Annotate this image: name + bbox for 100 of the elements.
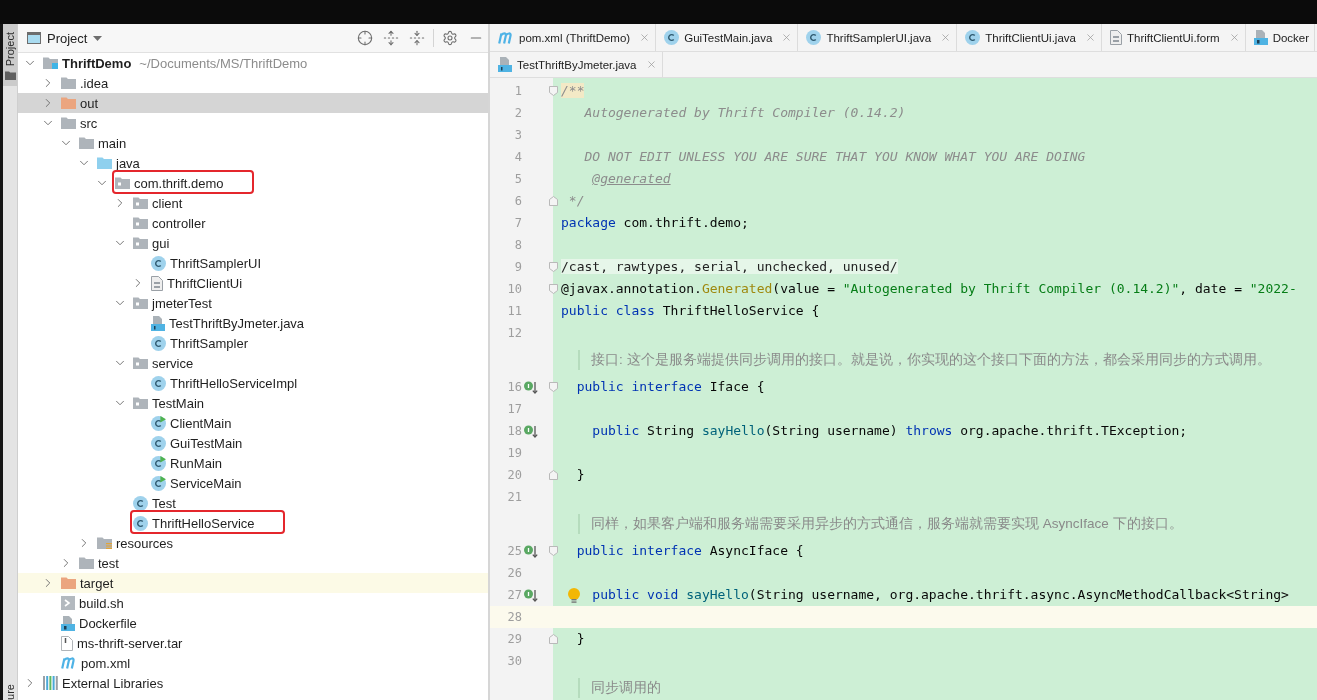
line-number: 27	[507, 588, 522, 602]
implementation-icon[interactable]	[524, 588, 538, 602]
tree-item[interactable]: ThriftHelloServiceImpl	[18, 373, 488, 393]
tree-item[interactable]: TestMain	[18, 393, 488, 413]
implementation-icon[interactable]	[524, 380, 538, 394]
settings-icon[interactable]	[442, 30, 458, 46]
line-number: 3	[514, 128, 522, 142]
fold-icon[interactable]	[549, 546, 558, 556]
tree-item[interactable]: controller	[18, 213, 488, 233]
folder-icon	[79, 557, 94, 569]
folder-icon	[61, 117, 76, 129]
docker-file-icon	[61, 615, 75, 631]
doc-comment: 同步调用的	[578, 678, 661, 698]
fold-icon[interactable]	[549, 284, 558, 294]
project-path: ~/Documents/MS/ThriftDemo	[139, 55, 308, 71]
code-line: package com.thrift.demo;	[561, 214, 749, 232]
view-selector[interactable]: Project	[27, 30, 103, 46]
caret-down-icon	[93, 35, 103, 41]
tree-item[interactable]: RunMain	[18, 453, 488, 473]
tree-item[interactable]: ThriftSamplerUI	[18, 253, 488, 273]
fold-icon[interactable]	[549, 262, 558, 272]
tree-item[interactable]: resources	[18, 533, 488, 553]
tree-item[interactable]: ServiceMain	[18, 473, 488, 493]
line-number: 26	[507, 566, 522, 580]
fold-icon[interactable]	[549, 382, 558, 392]
lightbulb-icon[interactable]	[568, 588, 580, 603]
code-line: public interface Iface {	[576, 378, 765, 396]
line-number: 19	[507, 446, 522, 460]
close-icon[interactable]	[940, 32, 952, 43]
m-logo-icon	[498, 31, 514, 44]
tool-window-tab[interactable]: Project	[3, 24, 17, 87]
tree-item[interactable]: out	[18, 93, 488, 113]
tree-item[interactable]: main	[18, 133, 488, 153]
class-icon	[151, 435, 166, 451]
line-number: 9	[514, 260, 522, 274]
tree-item[interactable]: ThriftHelloService	[18, 513, 488, 533]
expand-all-icon[interactable]	[383, 30, 399, 46]
tree-item[interactable]: java	[18, 153, 488, 173]
tree-item[interactable]: ThriftDemo ~/Documents/MS/ThriftDemo	[18, 53, 488, 73]
line-number: 7	[514, 216, 522, 230]
line-number: 6	[514, 194, 522, 208]
collapse-all-icon[interactable]	[409, 30, 425, 46]
tree-item[interactable]: TestThriftByJmeter.java	[18, 313, 488, 333]
form-file-icon	[1109, 30, 1122, 45]
tree-item[interactable]: Dockerfile	[18, 613, 488, 633]
tree-item[interactable]: service	[18, 353, 488, 373]
resources-folder-icon	[97, 537, 112, 549]
code-line: public interface AsyncIface {	[576, 542, 804, 560]
tree-item[interactable]: ms-thrift-server.tar	[18, 633, 488, 653]
close-icon[interactable]	[645, 59, 657, 70]
line-number: 1	[514, 84, 522, 98]
implementation-icon[interactable]	[524, 424, 538, 438]
code-line: }	[576, 630, 585, 648]
java-file-icon	[498, 57, 512, 72]
tree-item[interactable]: .idea	[18, 73, 488, 93]
folder-icon	[4, 71, 16, 81]
tree-item[interactable]: ClientMain	[18, 413, 488, 433]
crosshair-icon[interactable]	[357, 30, 373, 46]
close-icon[interactable]	[1084, 32, 1096, 43]
doc-comment: 接口: 这个是服务端提供同步调用的接口。就是说，你实现的这个接口下面的方法，都会采用同步的方式调用。	[578, 350, 1271, 370]
run-class-icon	[151, 475, 166, 491]
code-line: Autogenerated by Thrift Compiler (0.14.2)	[584, 104, 906, 122]
close-icon[interactable]	[639, 32, 651, 43]
close-icon[interactable]	[1228, 32, 1240, 43]
class-icon	[151, 375, 166, 391]
tree-item[interactable]: test	[18, 553, 488, 573]
code-line: public class ThriftHelloService {	[561, 302, 820, 320]
tree-item[interactable]: jmeterTest	[18, 293, 488, 313]
tree-item[interactable]: gui	[18, 233, 488, 253]
tree-item[interactable]: pom.xml	[18, 653, 488, 673]
implementation-icon[interactable]	[524, 544, 538, 558]
package-icon	[133, 197, 148, 209]
fold-icon[interactable]	[549, 86, 558, 96]
class-icon	[151, 335, 166, 351]
tool-window-tab[interactable]: ure	[3, 680, 17, 700]
close-icon[interactable]	[781, 32, 793, 43]
tree-item[interactable]: Test	[18, 493, 488, 513]
package-icon	[133, 297, 148, 309]
package-icon	[115, 177, 130, 189]
tree-item[interactable]: ThriftSampler	[18, 333, 488, 353]
line-number: 29	[507, 632, 522, 646]
run-class-icon	[151, 415, 166, 431]
run-class-icon	[151, 455, 166, 471]
doc-comment: 同样，如果客户端和服务端需要采用异步的方式通信，服务端就需要实现 AsyncIface 下的接口。	[578, 514, 1183, 534]
tree-item[interactable]: com.thrift.demo	[18, 173, 488, 193]
code-line: public String sayHello(String username) throws org.apache.thrift.TException;	[592, 422, 1188, 440]
tree-item[interactable]: client	[18, 193, 488, 213]
tree-item[interactable]: External Libraries	[18, 673, 488, 693]
tree-item[interactable]: GuiTestMain	[18, 433, 488, 453]
tree-item[interactable]: build.sh	[18, 593, 488, 613]
fold-icon[interactable]	[549, 470, 558, 480]
class-icon	[965, 30, 981, 45]
panel-icon	[27, 32, 41, 44]
fold-icon[interactable]	[549, 634, 558, 644]
code-line: */	[568, 192, 585, 210]
tree-item[interactable]: ThriftClientUi	[18, 273, 488, 293]
tree-item[interactable]: target	[18, 573, 488, 593]
fold-icon[interactable]	[549, 196, 558, 206]
code-line: @javax.annotation.Generated(value = "Autogenerated by Thrift Compiler (0.14.2)", date = "2022-	[561, 280, 1297, 298]
tree-item[interactable]: src	[18, 113, 488, 133]
